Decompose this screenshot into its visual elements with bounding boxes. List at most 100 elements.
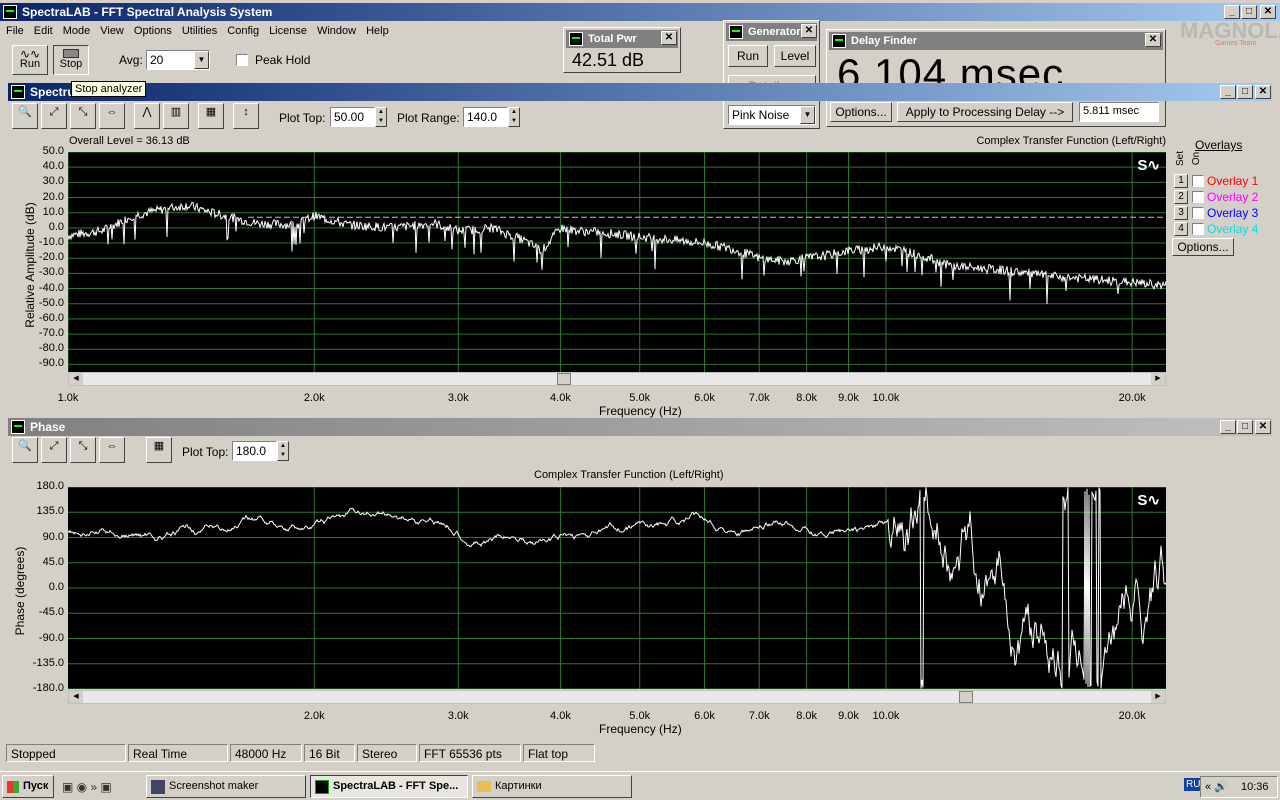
avg-dropdown-arrow[interactable]: ▼ — [194, 51, 209, 69]
delay-options-button[interactable]: Options... — [830, 102, 892, 122]
overlays-options-button[interactable]: Options... — [1172, 238, 1234, 256]
status-cell: Stopped — [6, 744, 126, 762]
phase-xlabel: Frequency (Hz) — [599, 722, 682, 736]
generator-close-button[interactable]: ✕ — [801, 24, 817, 38]
menu-help[interactable]: Help — [360, 22, 393, 37]
phase-zoom-out-full-button[interactable]: ⇔ — [99, 437, 125, 463]
minimize-button[interactable]: _ — [1224, 5, 1240, 19]
spectrum-minimize-button[interactable]: _ — [1220, 85, 1236, 99]
delay-finder-close-button[interactable]: ✕ — [1145, 33, 1161, 47]
overlay-set-button[interactable]: 1 — [1174, 174, 1188, 188]
generator-icon — [729, 25, 743, 39]
start-button[interactable]: Пуск — [2, 775, 54, 798]
scroll-thumb[interactable] — [557, 373, 571, 385]
scroll-left-arrow[interactable]: ◀ — [69, 373, 83, 385]
close-button[interactable]: ✕ — [1260, 5, 1276, 19]
menu-options[interactable]: Options — [128, 22, 176, 37]
phase-plot-top-input[interactable]: 180.0 — [232, 441, 277, 461]
menu-edit[interactable]: Edit — [28, 22, 57, 37]
bar-mode-button[interactable]: ▥ — [163, 103, 189, 129]
overlay-set-button[interactable]: 2 — [1174, 190, 1188, 204]
phase-xtick: 10.0k — [872, 710, 900, 722]
menu-license[interactable]: License — [263, 22, 311, 37]
task-spectralab[interactable]: SpectraLAB - FFT Spe... — [310, 775, 468, 798]
overlay-set-button[interactable]: 3 — [1174, 206, 1188, 220]
spectrum-ytick: -30.0 — [38, 266, 64, 279]
line-mode-button[interactable]: ⋀ — [134, 103, 160, 129]
spectrum-ytick: 40.0 — [42, 160, 64, 173]
spectrum-maximize-button[interactable]: □ — [1237, 85, 1253, 99]
phase-title: Phase — [30, 420, 66, 434]
zoom-out-2x-button[interactable]: ⤡ — [70, 103, 96, 129]
task-pictures[interactable]: Картинки — [472, 775, 632, 798]
spectrum-plot-range-input[interactable]: 140.0 — [463, 107, 508, 127]
menu-window[interactable]: Window — [311, 22, 360, 37]
overlay-on-checkbox[interactable] — [1192, 175, 1204, 187]
zoom-button[interactable]: 🔍 — [12, 103, 38, 129]
maximize-button[interactable]: □ — [1241, 5, 1257, 19]
phase-zoom-out-2x-button[interactable]: ⤡ — [70, 437, 96, 463]
phase-plot-top-spinner[interactable]: ▲ ▼ — [277, 441, 289, 461]
delay-field[interactable]: 5.811 msec — [1079, 102, 1159, 122]
phase-close-button[interactable]: ✕ — [1255, 420, 1271, 434]
stop-button[interactable]: Stop — [53, 45, 89, 75]
phase-xtick: 5.0k — [629, 710, 651, 722]
phase-calc-button[interactable]: ▦ — [146, 437, 172, 463]
taskbar: Пуск ▣ ◉ » ▣ Screenshot maker SpectraLAB… — [0, 771, 1280, 800]
spectrum-close-button[interactable]: ✕ — [1255, 85, 1271, 99]
spectrum-xtick: 1.0k — [57, 392, 79, 404]
task-icon — [151, 780, 165, 794]
spectrum-plot-top-spinner[interactable]: ▲ ▼ — [375, 107, 387, 127]
phase-minimize-button[interactable]: _ — [1220, 420, 1236, 434]
status-cell: 48000 Hz — [230, 744, 302, 762]
zoom-icon: 🔍 — [18, 106, 32, 118]
phase-scroll-thumb[interactable] — [959, 691, 973, 703]
delay-finder-title-bar: Delay Finder ✕ — [829, 32, 1163, 50]
range-button[interactable]: ↕ — [233, 103, 259, 129]
spectrum-xtick: 10.0k — [872, 392, 900, 404]
overlay-on-checkbox[interactable] — [1192, 223, 1204, 235]
phase-zoom-out-full-icon: ⇔ — [106, 440, 118, 452]
phase-plot[interactable]: S∿ — [68, 487, 1166, 689]
total-pwr-close-button[interactable]: ✕ — [661, 31, 677, 45]
status-cell: Flat top — [523, 744, 595, 762]
spectrum-plot-range-spinner[interactable]: ▲ ▼ — [508, 107, 520, 127]
generator-signal-arrow[interactable]: ▼ — [800, 106, 815, 124]
overlay-set-button[interactable]: 4 — [1174, 222, 1188, 236]
quick-launch-icons: ▣ ◉ » ▣ — [62, 780, 112, 794]
generator-level-button[interactable]: Level — [774, 45, 816, 67]
phase-plot-top-label: Plot Top: — [182, 445, 229, 459]
phase-zoom-button[interactable]: 🔍 — [12, 437, 38, 463]
phase-scrollbar[interactable]: ◀ ▶ — [68, 690, 1166, 704]
overlay-label: Overlay 3 — [1207, 206, 1259, 220]
zoom-out-full-button[interactable]: ⇔ — [99, 103, 125, 129]
spectrum-plot[interactable]: S∿ — [68, 152, 1166, 372]
generator-run-button[interactable]: Run — [728, 45, 768, 67]
spectrum-plot-top-input[interactable]: 50.00 — [330, 107, 375, 127]
phase-scroll-right-arrow[interactable]: ▶ — [1151, 691, 1165, 703]
task-screenshot-maker[interactable]: Screenshot maker — [146, 775, 306, 798]
menu-view[interactable]: View — [94, 22, 128, 37]
menu-utilities[interactable]: Utilities — [176, 22, 221, 37]
peak-hold-checkbox[interactable] — [236, 54, 248, 66]
scroll-right-arrow[interactable]: ▶ — [1151, 373, 1165, 385]
avg-label: Avg: — [119, 53, 143, 67]
apply-delay-button[interactable]: Apply to Processing Delay --> — [897, 102, 1073, 122]
overlay-on-checkbox[interactable] — [1192, 207, 1204, 219]
phase-plot-title: Complex Transfer Function (Left/Right) — [534, 469, 724, 481]
zoom-out-full-icon: ⇔ — [106, 106, 118, 118]
overlay-on-checkbox[interactable] — [1192, 191, 1204, 203]
folder-icon — [477, 781, 491, 792]
spectrum-plot-title: Complex Transfer Function (Left/Right) — [976, 135, 1166, 147]
calc-icon: ▦ — [205, 106, 217, 118]
spectrum-scrollbar[interactable]: ◀ ▶ — [68, 372, 1166, 386]
calc-button[interactable]: ▦ — [198, 103, 224, 129]
menu-file[interactable]: File — [0, 22, 28, 37]
run-button[interactable]: ∿∿ Run — [12, 45, 48, 75]
menu-mode[interactable]: Mode — [57, 22, 95, 37]
phase-scroll-left-arrow[interactable]: ◀ — [69, 691, 83, 703]
phase-maximize-button[interactable]: □ — [1237, 420, 1253, 434]
menu-config[interactable]: Config — [221, 22, 263, 37]
zoom-in-2x-button[interactable]: ⤢ — [41, 103, 67, 129]
phase-zoom-in-2x-button[interactable]: ⤢ — [41, 437, 67, 463]
